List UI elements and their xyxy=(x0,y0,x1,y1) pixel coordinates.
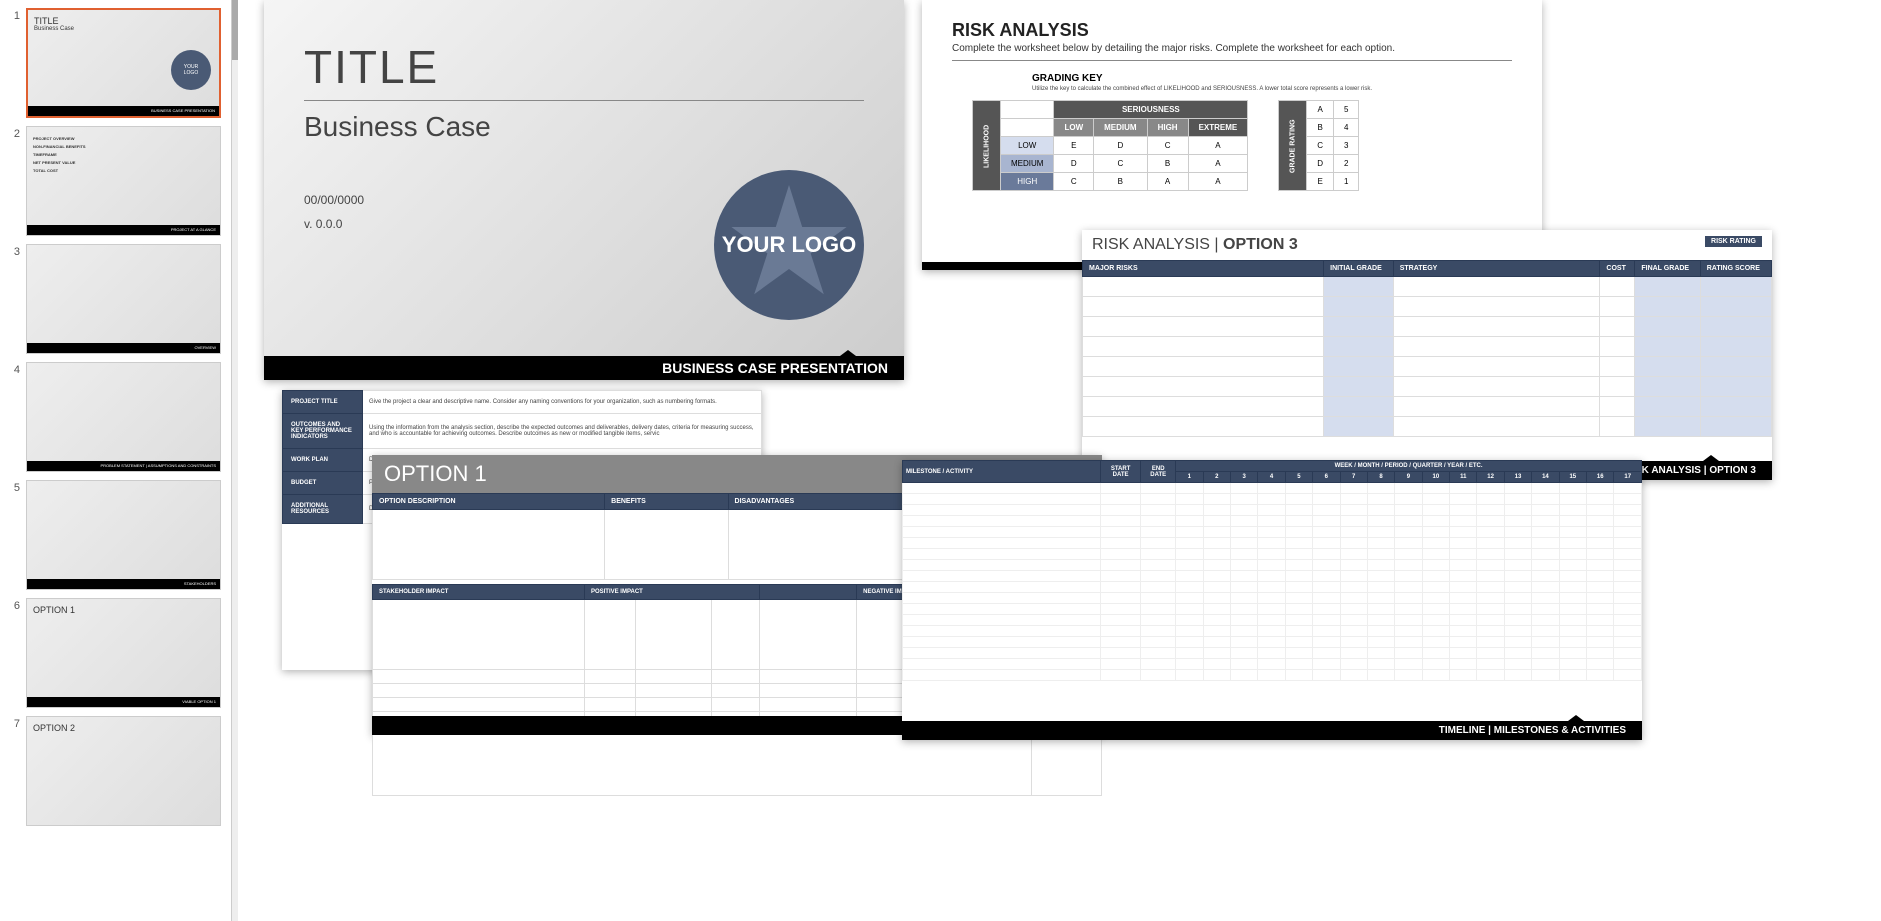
thumbnail[interactable]: OVERVIEW xyxy=(26,244,221,354)
thumbnail-row[interactable]: 1 TITLEBusiness CaseYOURLOGOBUSINESS CASE… xyxy=(0,4,231,122)
thumbnail-row[interactable]: 7 OPTION 2 xyxy=(0,712,231,830)
slide-canvas: TITLE Business Case 00/00/0000 v. 0.0.0 … xyxy=(232,0,1881,921)
thumbnail-number: 7 xyxy=(8,716,20,730)
thumbnail[interactable]: TITLEBusiness CaseYOURLOGOBUSINESS CASE … xyxy=(26,8,221,118)
risk-title: RISK ANALYSIS xyxy=(952,20,1512,41)
thumbnail-number: 4 xyxy=(8,362,20,376)
subtitle-text: Business Case xyxy=(304,111,904,143)
logo-placeholder: YOUR LOGO xyxy=(714,170,864,320)
thumbnail[interactable]: PROBLEM STATEMENT | ASSUMPTIONS AND CONS… xyxy=(26,362,221,472)
risk-matrix-table: LIKELIHOODSERIOUSNESSLOWMEDIUMHIGHEXTREM… xyxy=(972,100,1248,191)
thumbnail-row[interactable]: 3 OVERVIEW xyxy=(0,240,231,358)
risk3-title: RISK ANALYSIS | OPTION 3RISK RATING xyxy=(1082,230,1772,260)
grading-key-sub: Utilize the key to calculate the combine… xyxy=(1032,86,1512,92)
thumbnail-row[interactable]: 5 STAKEHOLDERS xyxy=(0,476,231,594)
thumbnail[interactable]: OPTION 1VIABLE OPTION 1 xyxy=(26,598,221,708)
thumbnail-number: 2 xyxy=(8,126,20,140)
slide-footer: TIMELINE | MILESTONES & ACTIVITIES xyxy=(902,721,1642,740)
thumbnail[interactable]: PROJECT OVERVIEWNON-FINANCIAL BENEFITSTI… xyxy=(26,126,221,236)
risk-subtitle: Complete the worksheet below by detailin… xyxy=(952,43,1512,54)
thumbnail-number: 5 xyxy=(8,480,20,494)
slide-risk-option3[interactable]: RISK ANALYSIS | OPTION 3RISK RATING MAJO… xyxy=(1082,230,1772,480)
thumbnail-row[interactable]: 4 PROBLEM STATEMENT | ASSUMPTIONS AND CON… xyxy=(0,358,231,476)
thumbnail[interactable]: OPTION 2 xyxy=(26,716,221,826)
risk3-table: MAJOR RISKSINITIAL GRADESTRATEGYCOSTFINA… xyxy=(1082,260,1772,437)
title-text: TITLE xyxy=(304,40,904,94)
thumbnail[interactable]: STAKEHOLDERS xyxy=(26,480,221,590)
thumbnail-row[interactable]: 6 OPTION 1VIABLE OPTION 1 xyxy=(0,594,231,712)
thumbnail-number: 3 xyxy=(8,244,20,258)
thumbnail-number: 6 xyxy=(8,598,20,612)
timeline-table: MILESTONE / ACTIVITYSTART DATEEND DATEWE… xyxy=(902,460,1642,681)
thumbnail-row[interactable]: 2 PROJECT OVERVIEWNON-FINANCIAL BENEFITST… xyxy=(0,122,231,240)
slide-title[interactable]: TITLE Business Case 00/00/0000 v. 0.0.0 … xyxy=(264,0,904,380)
slide-footer: BUSINESS CASE PRESENTATION xyxy=(264,356,904,380)
scrollbar[interactable] xyxy=(232,0,238,921)
slide-timeline[interactable]: MILESTONE / ACTIVITYSTART DATEEND DATEWE… xyxy=(902,460,1642,740)
slide-thumbnails-panel: 1 TITLEBusiness CaseYOURLOGOBUSINESS CASE… xyxy=(0,0,232,921)
thumbnail-number: 1 xyxy=(8,8,20,22)
grade-rating-table: GRADE RATINGA5B4C3D2E1 xyxy=(1278,100,1359,191)
grading-key-label: GRADING KEY xyxy=(1032,73,1512,84)
